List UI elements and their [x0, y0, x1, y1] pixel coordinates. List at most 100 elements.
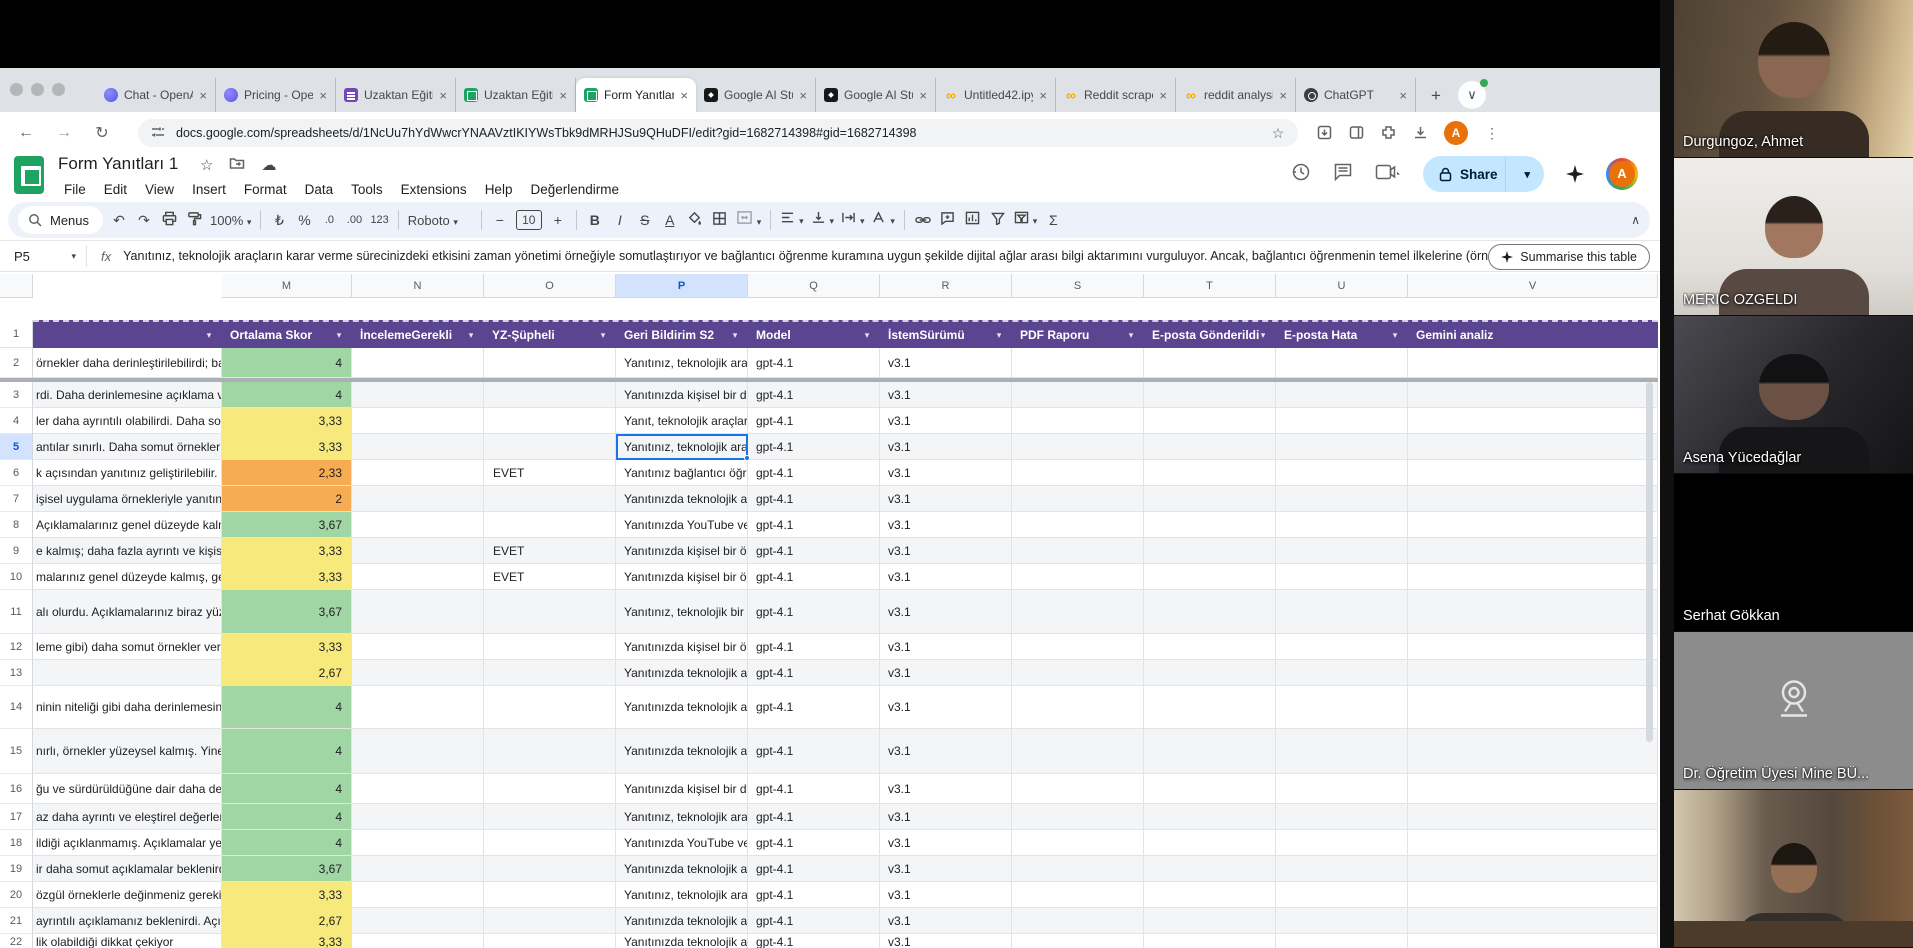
cell-12-Q[interactable]: gpt-4.1: [748, 634, 880, 660]
cell-4-P[interactable]: Yanıt, teknolojik araçları: [616, 408, 748, 434]
cell-13-Q[interactable]: gpt-4.1: [748, 660, 880, 686]
cell-11-R[interactable]: v3.1: [880, 590, 1012, 634]
cell-22-R[interactable]: v3.1: [880, 934, 1012, 948]
print-button[interactable]: [160, 211, 178, 230]
cell-9-U[interactable]: [1276, 538, 1408, 564]
browser-tab[interactable]: Chat - OpenAI×: [96, 78, 216, 112]
cell-2-R[interactable]: v3.1: [880, 348, 1012, 378]
cell-19-R[interactable]: v3.1: [880, 856, 1012, 882]
side-panel-icon[interactable]: [1348, 125, 1364, 141]
cell-4-R[interactable]: v3.1: [880, 408, 1012, 434]
cell-16-U[interactable]: [1276, 774, 1408, 804]
browser-tab[interactable]: ∞Untitled42.ipy×: [936, 78, 1056, 112]
cell-2-M[interactable]: 4: [222, 348, 352, 378]
cell-15-note[interactable]: nırlı, örnekler yüzeysel kalmış. Yine d: [33, 729, 222, 774]
browser-tab[interactable]: Pricing - Open×: [216, 78, 336, 112]
cell-17-V[interactable]: [1408, 804, 1658, 830]
row-header-21[interactable]: 21: [0, 908, 33, 934]
cell-5-N[interactable]: [352, 434, 484, 460]
cell-22-N[interactable]: [352, 934, 484, 948]
cell-9-M[interactable]: 3,33: [222, 538, 352, 564]
cell-9-T[interactable]: [1144, 538, 1276, 564]
vertical-scrollbar[interactable]: [1646, 382, 1653, 742]
filter-chevron-icon[interactable]: ▾: [202, 328, 216, 342]
cell-14-O[interactable]: [484, 686, 616, 729]
row-header-6[interactable]: 6: [0, 460, 33, 486]
cell-7-O[interactable]: [484, 486, 616, 512]
increase-decimals-button[interactable]: .00: [345, 211, 363, 229]
cell-18-N[interactable]: [352, 830, 484, 856]
menu-edit[interactable]: Edit: [96, 180, 135, 199]
address-bar[interactable]: docs.google.com/spreadsheets/d/1NcUu7hYd…: [138, 119, 1298, 147]
functions-button[interactable]: Σ: [1044, 211, 1062, 229]
cell-20-U[interactable]: [1276, 882, 1408, 908]
tab-close-icon[interactable]: ×: [1039, 88, 1047, 103]
cell-15-P[interactable]: Yanıtınızda teknolojik ar: [616, 729, 748, 774]
cell-21-M[interactable]: 2,67: [222, 908, 352, 934]
cell-2-P[interactable]: Yanıtınız, teknolojik araç: [616, 348, 748, 378]
cell-14-R[interactable]: v3.1: [880, 686, 1012, 729]
cell-11-T[interactable]: [1144, 590, 1276, 634]
cell-8-P[interactable]: Yanıtınızda YouTube ve: [616, 512, 748, 538]
browser-tab[interactable]: Google AI Stud×: [816, 78, 936, 112]
cell-10-P[interactable]: Yanıtınızda kişisel bir ör: [616, 564, 748, 590]
document-title[interactable]: Form Yanıtları 1: [58, 154, 178, 174]
text-color-button[interactable]: A: [661, 211, 679, 229]
cell-2-S[interactable]: [1012, 348, 1144, 378]
cell-9-R[interactable]: v3.1: [880, 538, 1012, 564]
row-header-7[interactable]: 7: [0, 486, 33, 512]
row-header-20[interactable]: 20: [0, 882, 33, 908]
filter-chevron-icon[interactable]: ▾: [860, 328, 874, 342]
insert-chart-button[interactable]: [964, 211, 982, 229]
cell-12-T[interactable]: [1144, 634, 1276, 660]
cell-7-P[interactable]: Yanıtınızda teknolojik ar: [616, 486, 748, 512]
cell-16-Q[interactable]: gpt-4.1: [748, 774, 880, 804]
text-wrap-button[interactable]: ▾: [841, 210, 864, 230]
back-button[interactable]: ←: [14, 124, 38, 142]
cell-16-note[interactable]: ğu ve sürdürüldüğüne dair daha deri: [33, 774, 222, 804]
cell-8-R[interactable]: v3.1: [880, 512, 1012, 538]
cell-7-note[interactable]: işisel uygulama örnekleriyle yanıtını: [33, 486, 222, 512]
column-header-T[interactable]: T: [1144, 274, 1276, 298]
cell-20-T[interactable]: [1144, 882, 1276, 908]
cell-6-Q[interactable]: gpt-4.1: [748, 460, 880, 486]
tab-search-button[interactable]: ∨: [1458, 81, 1486, 109]
column-header-U[interactable]: U: [1276, 274, 1408, 298]
cell-16-V[interactable]: [1408, 774, 1658, 804]
column-header-S[interactable]: S: [1012, 274, 1144, 298]
menu-help[interactable]: Help: [477, 180, 521, 199]
row-header-2[interactable]: 2: [0, 348, 33, 378]
cell-16-S[interactable]: [1012, 774, 1144, 804]
cell-12-M[interactable]: 3,33: [222, 634, 352, 660]
browser-tab[interactable]: Google AI Stud×: [696, 78, 816, 112]
meet-video-icon[interactable]: [1375, 163, 1401, 186]
cell-9-note[interactable]: e kalmış; daha fazla ayrıntı ve kişisel: [33, 538, 222, 564]
bold-button[interactable]: B: [586, 211, 604, 229]
row-header-14[interactable]: 14: [0, 686, 33, 729]
cell-18-U[interactable]: [1276, 830, 1408, 856]
cell-7-S[interactable]: [1012, 486, 1144, 512]
horizontal-align-button[interactable]: ▾: [780, 210, 803, 230]
cell-19-V[interactable]: [1408, 856, 1658, 882]
cell-2-T[interactable]: [1144, 348, 1276, 378]
cell-13-M[interactable]: 2,67: [222, 660, 352, 686]
cell-21-U[interactable]: [1276, 908, 1408, 934]
insert-comment-button[interactable]: [939, 211, 957, 229]
browser-tab[interactable]: Uzaktan Eğitim×: [336, 78, 456, 112]
cell-7-M[interactable]: 2: [222, 486, 352, 512]
menu-extensions[interactable]: Extensions: [393, 180, 475, 199]
fill-color-button[interactable]: [686, 211, 704, 230]
filter-views-button[interactable]: ▾: [1014, 210, 1037, 230]
menu-data[interactable]: Data: [297, 180, 342, 199]
paint-format-button[interactable]: [185, 211, 203, 230]
cell-6-note[interactable]: k açısından yanıtınız geliştirilebilir. …: [33, 460, 222, 486]
cell-4-T[interactable]: [1144, 408, 1276, 434]
cell-14-U[interactable]: [1276, 686, 1408, 729]
cell-9-N[interactable]: [352, 538, 484, 564]
row-header-13[interactable]: 13: [0, 660, 33, 686]
header-cell-scrolled[interactable]: [33, 322, 222, 348]
row-header-9[interactable]: 9: [0, 538, 33, 564]
cell-20-R[interactable]: v3.1: [880, 882, 1012, 908]
row-header-11[interactable]: 11: [0, 590, 33, 634]
cell-18-V[interactable]: [1408, 830, 1658, 856]
